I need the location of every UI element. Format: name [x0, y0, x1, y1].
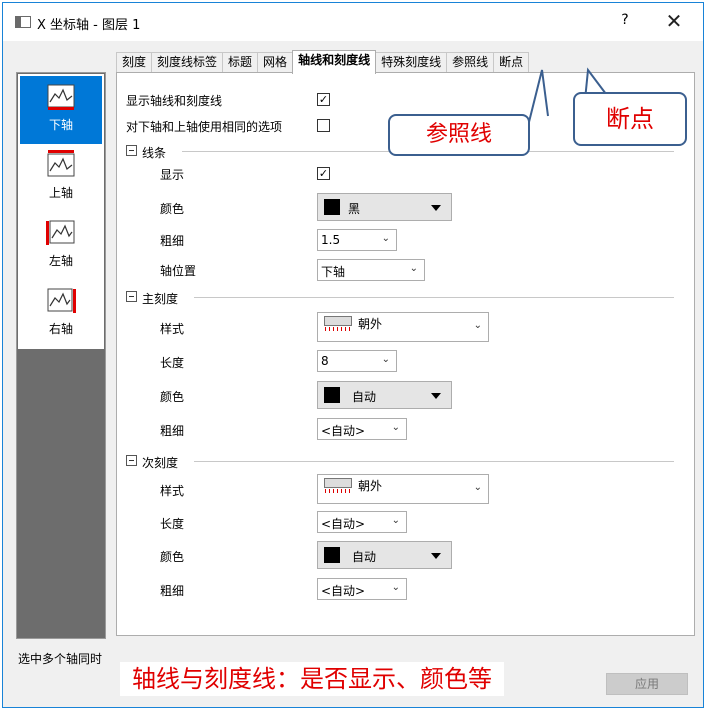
axis-list-items: 下轴 上轴 左轴 右轴	[18, 74, 104, 349]
window-title: X 坐标轴 - 图层 1	[37, 18, 141, 33]
minor-color-dropdown[interactable]: 自动	[317, 541, 452, 569]
tab-scale[interactable]: 刻度	[116, 52, 153, 73]
color-swatch	[324, 199, 340, 215]
major-color-label: 颜色	[160, 390, 185, 404]
chevron-down-icon: ⌄	[473, 482, 482, 493]
major-color-value: 自动	[352, 390, 377, 404]
bottom-axis-icon	[47, 84, 75, 110]
left-axis-icon	[46, 220, 75, 245]
minor-color-value: 自动	[352, 550, 377, 564]
minor-section-title: 次刻度	[142, 456, 179, 470]
major-style-value: 朝外	[358, 317, 383, 331]
line-thickness-label: 粗细	[160, 234, 185, 248]
dropdown-arrow-icon	[431, 553, 441, 559]
minor-style-combo[interactable]: 朝外 ⌄	[317, 474, 489, 504]
axis-item-right[interactable]: 右轴	[20, 280, 102, 348]
collapse-icon[interactable]	[126, 145, 137, 156]
dropdown-arrow-icon	[431, 393, 441, 399]
axis-label-top: 上轴	[48, 186, 73, 200]
minor-thickness-value: <自动>	[321, 584, 366, 598]
line-color-value: 黑	[348, 202, 361, 216]
minor-length-label: 长度	[160, 517, 185, 531]
section-divider	[194, 297, 674, 298]
major-length-label: 长度	[160, 356, 185, 370]
chevron-down-icon: ⌄	[381, 354, 390, 365]
tab-bar: 刻度 刻度线标签 标题 网格 轴线和刻度线 特殊刻度线 参照线 断点	[116, 50, 530, 74]
axis-label-bottom: 下轴	[48, 118, 73, 132]
axis-list: 下轴 上轴 左轴 右轴	[16, 72, 106, 639]
window-icon	[15, 16, 31, 28]
top-axis-icon	[47, 150, 75, 177]
close-button[interactable]: ✕	[659, 9, 689, 35]
tab-tick-labels[interactable]: 刻度线标签	[151, 52, 224, 73]
chevron-down-icon: ⌄	[381, 233, 390, 244]
chevron-down-icon: ⌄	[391, 515, 400, 526]
major-color-dropdown[interactable]: 自动	[317, 381, 452, 409]
major-thickness-label: 粗细	[160, 424, 185, 438]
axis-position-combo[interactable]: 下轴 ⌄	[317, 259, 425, 281]
line-show-label: 显示	[160, 168, 185, 182]
minor-color-label: 颜色	[160, 550, 185, 564]
tick-out-icon	[324, 478, 352, 493]
major-style-label: 样式	[160, 322, 185, 336]
reference-line-callout: 参照线	[388, 114, 530, 156]
axis-item-top[interactable]: 上轴	[20, 144, 102, 212]
axis-label-left: 左轴	[48, 254, 73, 268]
title-bar: X 坐标轴 - 图层 1 ? ✕	[3, 3, 703, 41]
annotation-note: 轴线与刻度线：是否显示、颜色等	[120, 662, 504, 696]
minor-style-value: 朝外	[358, 479, 383, 493]
right-axis-icon	[47, 288, 76, 313]
help-button[interactable]: ?	[613, 12, 637, 32]
collapse-icon[interactable]	[126, 291, 137, 302]
dropdown-arrow-icon	[431, 205, 441, 211]
chevron-down-icon: ⌄	[409, 263, 418, 274]
axis-item-left[interactable]: 左轴	[20, 212, 102, 280]
major-thickness-combo[interactable]: <自动> ⌄	[317, 418, 407, 440]
minor-section-header[interactable]: 次刻度	[126, 454, 674, 470]
major-length-combo[interactable]: 8 ⌄	[317, 350, 397, 372]
same-options-label: 对下轴和上轴使用相同的选项	[126, 120, 283, 134]
chevron-down-icon: ⌄	[391, 422, 400, 433]
line-color-dropdown[interactable]: 黑	[317, 193, 452, 221]
tick-out-icon	[324, 316, 352, 331]
chevron-down-icon: ⌄	[391, 582, 400, 593]
minor-length-value: <自动>	[321, 517, 366, 531]
major-section-header[interactable]: 主刻度	[126, 290, 674, 306]
line-section-title: 线条	[142, 146, 167, 160]
show-axes-ticks-checkbox[interactable]: ✓	[317, 93, 330, 106]
major-style-combo[interactable]: 朝外 ⌄	[317, 312, 489, 342]
show-axes-ticks-label: 显示轴线和刻度线	[126, 94, 223, 108]
line-thickness-value: 1.5	[321, 233, 341, 247]
collapse-icon[interactable]	[126, 455, 137, 466]
chevron-down-icon: ⌄	[473, 320, 482, 331]
major-section-title: 主刻度	[142, 292, 179, 306]
minor-style-label: 样式	[160, 484, 185, 498]
multi-select-hint: 选中多个轴同时	[18, 652, 103, 666]
tab-axis-lines-ticks[interactable]: 轴线和刻度线	[292, 50, 377, 74]
apply-button[interactable]: 应用	[606, 673, 688, 695]
axis-item-bottom[interactable]: 下轴	[20, 76, 102, 144]
breaks-callout: 断点	[573, 92, 687, 146]
line-color-label: 颜色	[160, 202, 185, 216]
section-divider	[194, 461, 674, 462]
color-swatch	[324, 547, 340, 563]
axis-position-label: 轴位置	[160, 264, 197, 278]
major-length-value: 8	[321, 354, 329, 368]
major-thickness-value: <自动>	[321, 424, 366, 438]
line-thickness-combo[interactable]: 1.5 ⌄	[317, 229, 397, 251]
tab-title[interactable]: 标题	[222, 52, 259, 73]
line-show-checkbox[interactable]: ✓	[317, 167, 330, 180]
minor-thickness-combo[interactable]: <自动> ⌄	[317, 578, 407, 600]
minor-thickness-label: 粗细	[160, 584, 185, 598]
axis-position-value: 下轴	[321, 265, 346, 279]
axis-label-right: 右轴	[48, 322, 73, 336]
minor-length-combo[interactable]: <自动> ⌄	[317, 511, 407, 533]
tab-grid[interactable]: 网格	[257, 52, 294, 73]
same-options-checkbox[interactable]	[317, 119, 330, 132]
color-swatch	[324, 387, 340, 403]
